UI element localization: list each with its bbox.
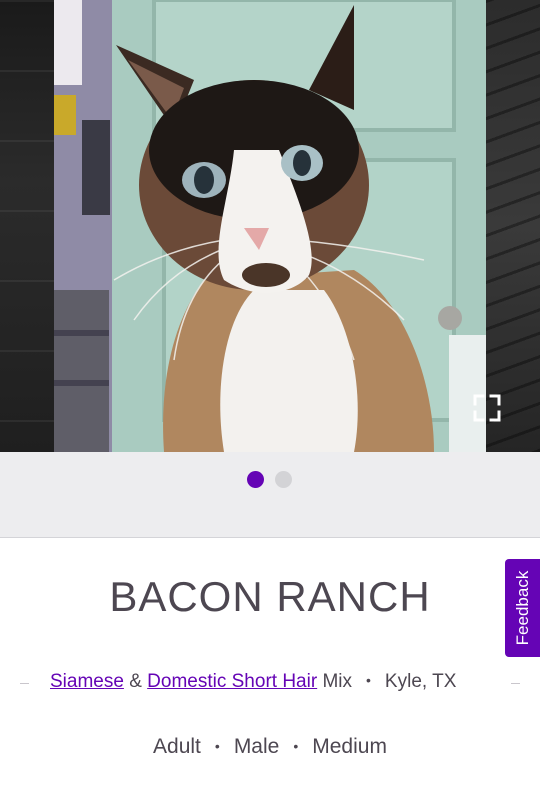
breed-link-domestic-short-hair[interactable]: Domestic Short Hair xyxy=(147,671,317,692)
pet-photo[interactable] xyxy=(54,0,486,452)
feedback-label: Feedback xyxy=(512,570,532,646)
carousel-dot-2[interactable] xyxy=(275,471,292,488)
breed-connector: & xyxy=(129,671,142,692)
pet-age: Adult xyxy=(153,735,201,758)
pet-size: Medium xyxy=(312,735,387,758)
separator-dot: • xyxy=(293,738,299,754)
feedback-button[interactable]: Feedback xyxy=(505,559,540,657)
pet-attributes: Adult • Male • Medium xyxy=(0,735,540,759)
divider-left xyxy=(20,683,29,684)
fullscreen-icon[interactable] xyxy=(472,393,502,423)
next-photo-peek[interactable] xyxy=(486,0,540,452)
pet-sex: Male xyxy=(233,735,280,758)
breed-location-row: Siamese & Domestic Short Hair Mix • Kyle, … xyxy=(0,671,540,697)
carousel-dot-1[interactable] xyxy=(247,471,264,488)
breed-link-siamese[interactable]: Siamese xyxy=(50,671,124,692)
separator-dot: • xyxy=(366,672,371,688)
photo-carousel[interactable] xyxy=(0,0,540,452)
carousel-pagination xyxy=(0,452,540,538)
previous-photo-peek[interactable] xyxy=(0,0,54,452)
pet-location: Kyle, TX xyxy=(384,671,457,692)
separator-dot: • xyxy=(214,738,220,754)
pet-name: BACON RANCH xyxy=(109,573,431,620)
breed-suffix: Mix xyxy=(322,671,353,692)
divider-right xyxy=(511,683,520,684)
